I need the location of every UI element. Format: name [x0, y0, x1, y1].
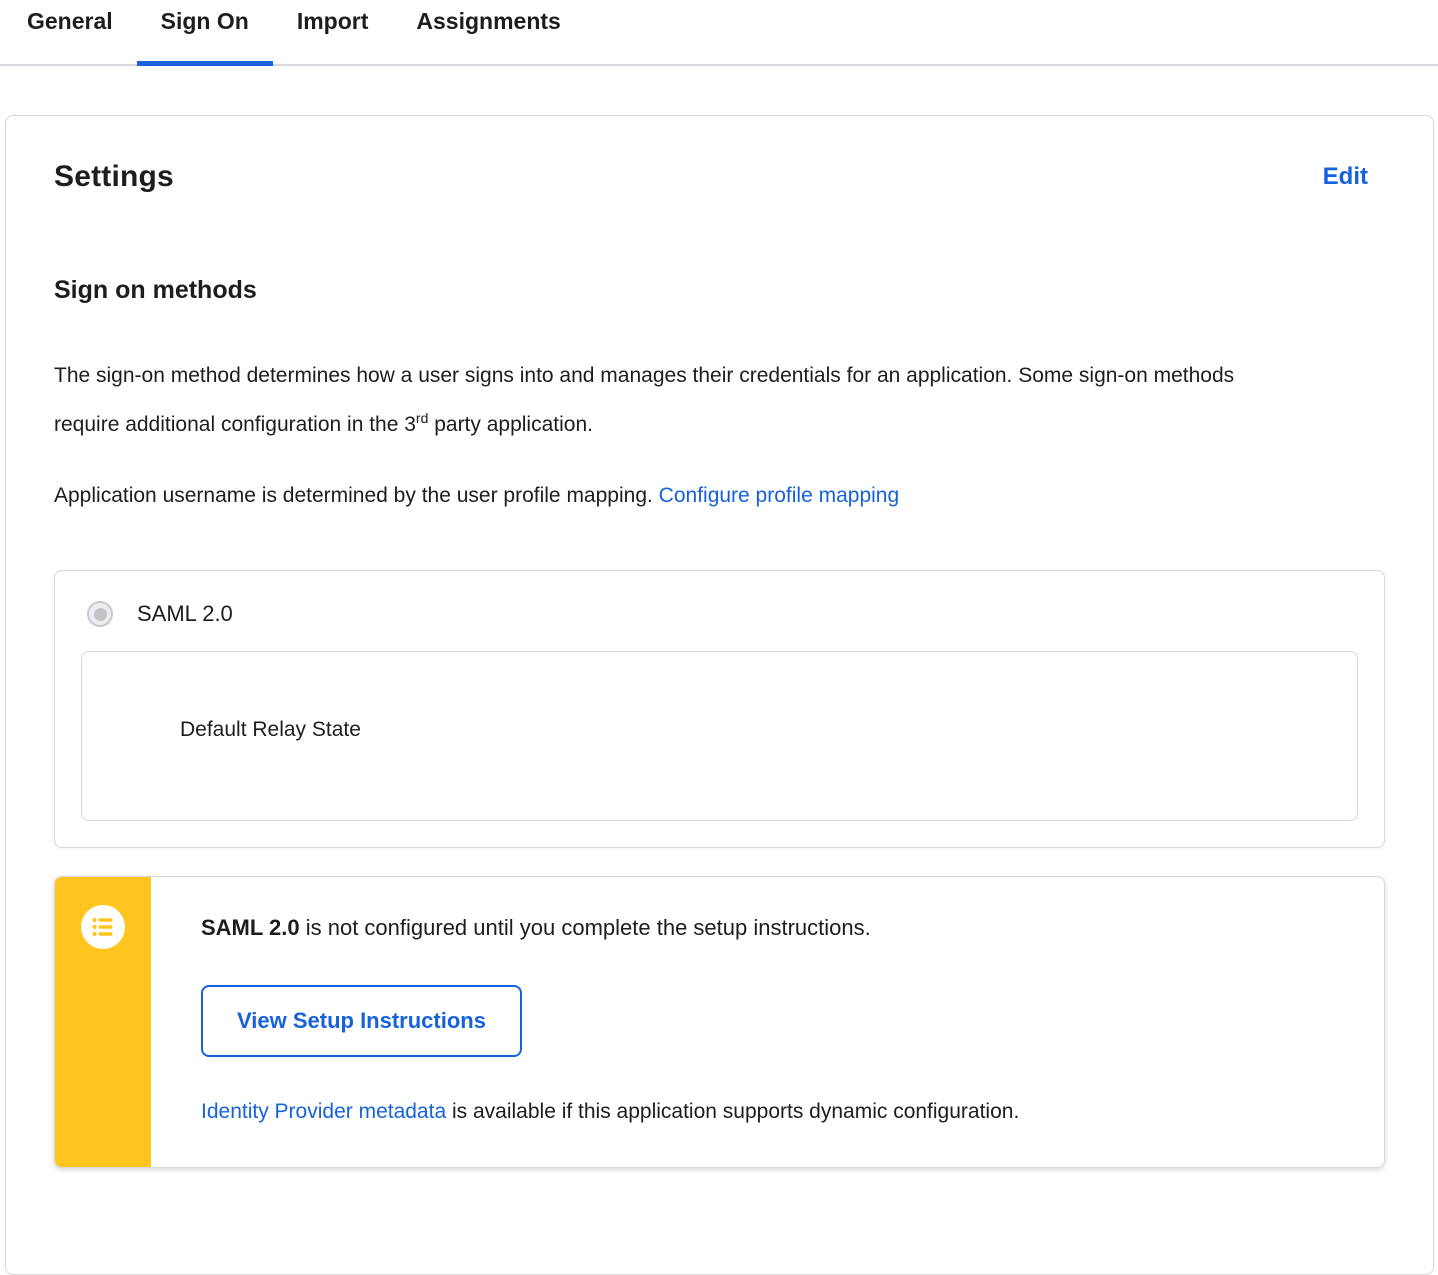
metadata-note: Identity Provider metadata is available …	[201, 1097, 1336, 1127]
tab-assignments[interactable]: Assignments	[392, 0, 584, 66]
list-icon	[81, 905, 125, 949]
view-setup-instructions-button[interactable]: View Setup Instructions	[201, 985, 522, 1057]
callout-message-bold: SAML 2.0	[201, 915, 300, 940]
radio-dot	[93, 607, 107, 621]
description-text: The sign-on method determines how a user…	[54, 364, 1235, 436]
callout-message-text: is not configured until you complete the…	[299, 915, 871, 940]
callout-body: SAML 2.0 is not configured until you com…	[151, 877, 1384, 1167]
description-text-after: party application.	[428, 413, 593, 436]
default-relay-state-label: Default Relay State	[180, 718, 361, 741]
callout-yellow-stripe	[55, 877, 151, 1167]
edit-link[interactable]: Edit	[1323, 163, 1368, 191]
saml-radio-row: SAML 2.0	[81, 601, 1358, 627]
sign-on-methods-description: The sign-on method determines how a user…	[54, 351, 1304, 449]
tab-general[interactable]: General	[3, 0, 137, 66]
settings-card-header: Settings Edit	[54, 116, 1385, 194]
saml-radio-label: SAML 2.0	[137, 601, 233, 626]
settings-card: Settings Edit Sign on methods The sign-o…	[5, 115, 1434, 1275]
tab-import[interactable]: Import	[273, 0, 393, 66]
tab-sign-on[interactable]: Sign On	[136, 0, 273, 66]
username-note-text: Application username is determined by th…	[54, 484, 659, 507]
saml-setup-callout: SAML 2.0 is not configured until you com…	[54, 876, 1385, 1168]
description-superscript: rd	[415, 410, 429, 426]
metadata-note-text: is available if this application support…	[446, 1100, 1020, 1123]
page-title: Settings	[54, 160, 174, 193]
username-note: Application username is determined by th…	[54, 471, 1385, 520]
default-relay-state-field: Default Relay State	[81, 651, 1358, 821]
saml-radio-button[interactable]	[87, 601, 113, 627]
sign-on-methods-heading: Sign on methods	[54, 276, 257, 304]
configure-profile-mapping-link[interactable]: Configure profile mapping	[659, 484, 899, 507]
saml-method-box: SAML 2.0 Default Relay State	[54, 570, 1385, 848]
callout-message: SAML 2.0 is not configured until you com…	[201, 913, 1336, 943]
app-tab-bar: General Sign On Import Assignments	[0, 0, 1438, 66]
identity-provider-metadata-link[interactable]: Identity Provider metadata	[201, 1100, 446, 1123]
